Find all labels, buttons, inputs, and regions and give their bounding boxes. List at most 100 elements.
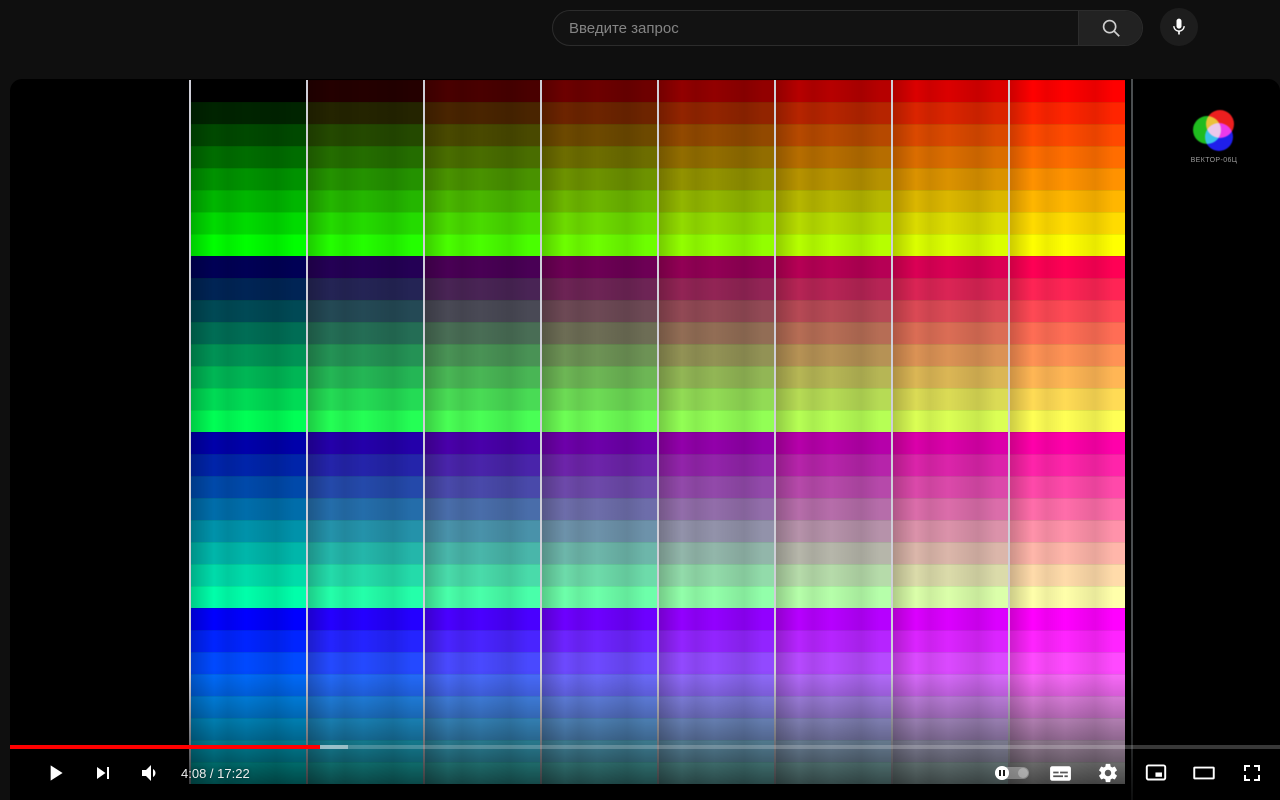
palette-cell <box>893 630 1008 652</box>
palette-cell <box>1010 278 1125 300</box>
palette-cell <box>776 696 891 718</box>
palette-cell <box>659 674 774 696</box>
autoplay-toggle-icon <box>995 766 1029 780</box>
palette-cell <box>425 234 540 256</box>
palette-cell <box>542 520 657 542</box>
palette-cell <box>776 718 891 740</box>
video-surface[interactable]: ВЕКТОР-06Ц <box>10 79 1280 800</box>
palette-cell <box>425 586 540 608</box>
palette-cell <box>1010 234 1125 256</box>
fullscreen-button[interactable] <box>1228 750 1276 796</box>
palette-cell <box>1010 432 1125 454</box>
palette-cell <box>659 278 774 300</box>
palette-cell <box>893 124 1008 146</box>
palette-cell <box>776 124 891 146</box>
palette-cell <box>1010 586 1125 608</box>
palette-cell <box>542 564 657 586</box>
progress-bar[interactable] <box>10 745 1280 749</box>
palette-cell <box>425 256 540 278</box>
palette-cell <box>191 388 306 410</box>
palette-cell <box>776 300 891 322</box>
palette-cell <box>191 234 306 256</box>
palette-cell <box>1010 366 1125 388</box>
palette-cell <box>1010 256 1125 278</box>
palette-cell <box>1010 564 1125 586</box>
palette-cell <box>308 652 423 674</box>
play-icon <box>42 760 68 786</box>
palette-cell <box>659 124 774 146</box>
palette-cell <box>425 344 540 366</box>
palette-cell <box>893 520 1008 542</box>
palette-cell <box>1010 652 1125 674</box>
palette-cell <box>542 344 657 366</box>
miniplayer-button[interactable] <box>1132 750 1180 796</box>
palette-cell <box>542 124 657 146</box>
palette-cell <box>1010 498 1125 520</box>
palette-cell <box>191 366 306 388</box>
palette-cell <box>776 564 891 586</box>
palette-cell <box>308 718 423 740</box>
miniplayer-icon <box>1143 760 1169 786</box>
palette-cell <box>425 630 540 652</box>
palette-cell <box>191 630 306 652</box>
palette-cell <box>308 674 423 696</box>
palette-cell <box>1010 300 1125 322</box>
palette-cell <box>542 256 657 278</box>
palette-cell <box>1010 80 1125 102</box>
autoplay-toggle[interactable] <box>988 750 1036 796</box>
palette-cell <box>1010 146 1125 168</box>
palette-cell <box>191 410 306 432</box>
palette-grid <box>189 80 1125 784</box>
volume-button[interactable] <box>127 750 175 796</box>
palette-cell <box>191 608 306 630</box>
subtitles-button[interactable] <box>1036 750 1084 796</box>
palette-cell <box>659 322 774 344</box>
palette-cell <box>776 146 891 168</box>
palette-cell <box>659 476 774 498</box>
palette-cell <box>659 190 774 212</box>
palette-cell <box>776 278 891 300</box>
palette-cell <box>308 300 423 322</box>
palette-cell <box>893 718 1008 740</box>
settings-button[interactable] <box>1084 750 1132 796</box>
palette-cell <box>776 630 891 652</box>
palette-cell <box>893 564 1008 586</box>
search-input[interactable] <box>553 11 1078 45</box>
palette-cell <box>542 498 657 520</box>
palette-cell <box>893 102 1008 124</box>
palette-cell <box>659 300 774 322</box>
play-button[interactable] <box>31 750 79 796</box>
theater-mode-button[interactable] <box>1180 750 1228 796</box>
palette-cell <box>776 498 891 520</box>
palette-cell <box>191 718 306 740</box>
palette-cell <box>542 718 657 740</box>
palette-cell <box>191 322 306 344</box>
next-button[interactable] <box>79 750 127 796</box>
palette-cell <box>893 454 1008 476</box>
palette-cell <box>542 300 657 322</box>
palette-cell <box>308 454 423 476</box>
voice-search-button[interactable] <box>1160 8 1198 46</box>
palette-cell <box>191 278 306 300</box>
palette-cell <box>425 476 540 498</box>
palette-cell <box>893 190 1008 212</box>
palette-cell <box>893 608 1008 630</box>
palette-cell <box>1010 322 1125 344</box>
palette-cell <box>776 190 891 212</box>
search-button[interactable] <box>1078 11 1142 45</box>
palette-cell <box>191 498 306 520</box>
palette-cell <box>893 696 1008 718</box>
palette-cell <box>776 520 891 542</box>
palette-cell <box>425 278 540 300</box>
palette-cell <box>542 476 657 498</box>
palette-cell <box>191 674 306 696</box>
palette-cell <box>542 432 657 454</box>
palette-cell <box>776 256 891 278</box>
search-icon <box>1100 17 1122 39</box>
palette-cell <box>893 168 1008 190</box>
palette-column <box>306 80 423 784</box>
fullscreen-icon <box>1240 761 1264 785</box>
palette-cell <box>776 608 891 630</box>
palette-cell <box>1010 124 1125 146</box>
palette-cell <box>659 542 774 564</box>
